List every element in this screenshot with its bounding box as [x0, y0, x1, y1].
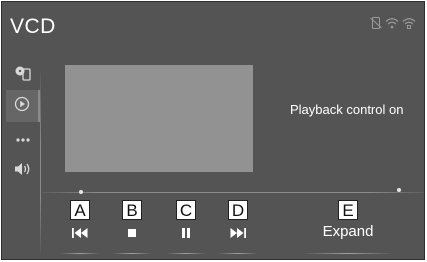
skip-next-icon: [229, 225, 247, 241]
volume-icon: [13, 161, 33, 182]
callout-label-e: E: [338, 200, 358, 220]
status-bar: [370, 16, 416, 34]
skip-previous-icon: [71, 225, 89, 241]
wifi-icon: [385, 16, 399, 34]
video-display-area[interactable]: [65, 65, 253, 172]
progress-end-dot: [397, 188, 401, 192]
progress-track[interactable]: [42, 192, 424, 193]
screen-title: VCD: [10, 15, 56, 38]
callout-label-d: D: [228, 200, 248, 220]
playback-status-text: Playback control on: [290, 102, 404, 117]
stop-button[interactable]: B: [112, 200, 152, 256]
progress-start-dot: [79, 190, 83, 194]
skip-previous-button[interactable]: A: [60, 200, 100, 256]
stop-icon: [127, 225, 137, 241]
pause-button[interactable]: C: [166, 200, 206, 256]
playback-icon: [14, 96, 30, 117]
callout-label-a: A: [70, 200, 90, 220]
pause-icon: [181, 225, 191, 241]
more-options-icon: [15, 130, 31, 148]
vcd-screen: VCD Playback control on A B C D E Expand: [1, 1, 425, 260]
sidebar-item-playback[interactable]: [6, 90, 40, 122]
sidebar-item-volume[interactable]: [6, 155, 40, 187]
callout-label-c: C: [176, 200, 196, 220]
sidebar-item-more[interactable]: [6, 123, 40, 155]
expand-label: Expand: [322, 223, 374, 240]
skip-next-button[interactable]: D: [218, 200, 258, 256]
sidebar-item-source[interactable]: [6, 59, 40, 91]
sidebar-divider: [40, 72, 41, 252]
phone-disconnected-icon: [370, 16, 382, 34]
expand-button[interactable]: E Expand: [302, 200, 394, 256]
callout-label-b: B: [122, 200, 142, 220]
source-disc-icon: [14, 65, 32, 86]
mobile-signal-icon: [402, 16, 416, 34]
